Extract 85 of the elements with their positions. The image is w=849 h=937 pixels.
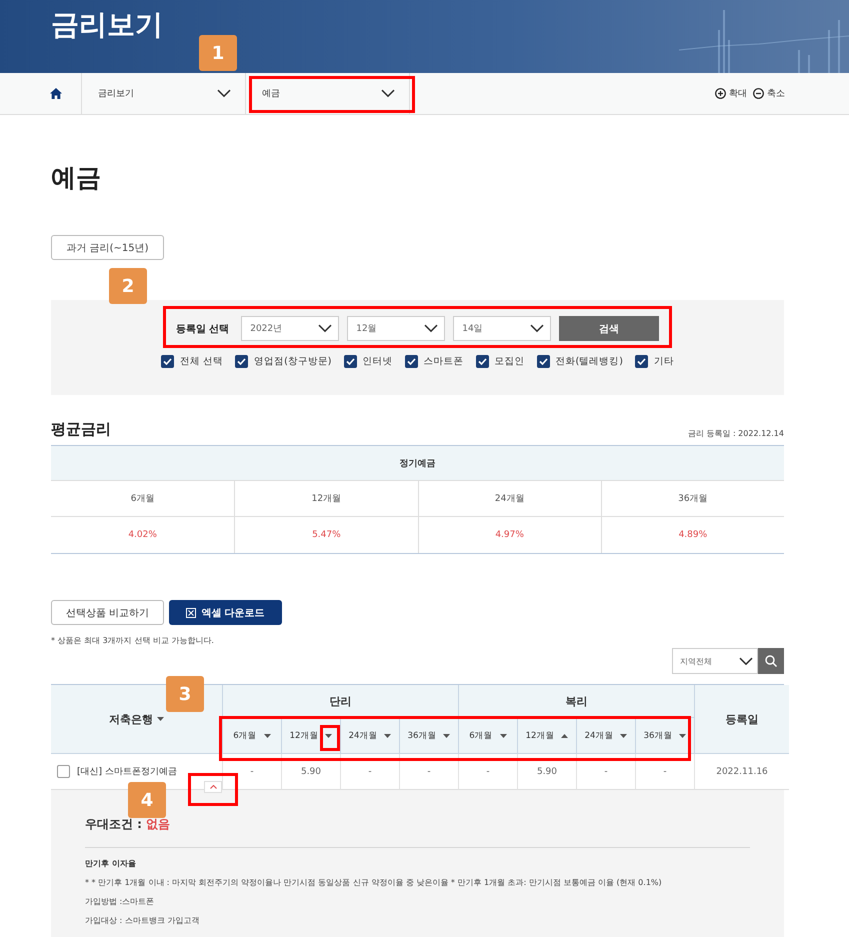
breadcrumb-dropdown[interactable]: 금리보기 <box>82 73 246 114</box>
checkbox-label: 모집인 <box>494 355 525 368</box>
zoom-in-button[interactable]: 확대 <box>715 87 747 100</box>
highlight-frame <box>188 773 238 806</box>
checkbox[interactable] <box>476 355 489 368</box>
compare-button[interactable]: 선택상품 비교하기 <box>51 600 164 625</box>
note-text: * 상품은 최대 3개까지 선택 비교 가능합니다. <box>51 635 215 646</box>
detail-heading: 만기후 이자율 <box>85 858 137 869</box>
caret-up-icon <box>210 785 216 789</box>
checkbox[interactable] <box>634 355 648 368</box>
table-cell: 36개월 <box>600 481 784 516</box>
spreadsheet-icon <box>186 608 196 618</box>
checkbox[interactable] <box>161 355 174 368</box>
checkbox[interactable] <box>235 355 248 368</box>
benefit-condition: 우대조건 : 없음 <box>85 816 172 833</box>
table-header: 단리 <box>222 685 458 718</box>
step-badge: 1 <box>199 35 237 71</box>
checkbox[interactable] <box>404 355 418 368</box>
chevron-down-icon <box>739 656 753 666</box>
table-cell: 4.97% <box>418 517 601 553</box>
table-cell: 4.89% <box>600 517 784 553</box>
chevron-down-icon <box>424 324 438 333</box>
checkbox-label: 영업점(창구방문) <box>254 355 332 368</box>
checkbox-label: 전화(텔레뱅킹) <box>556 355 623 368</box>
header-title: 금리보기 <box>51 7 163 43</box>
sort-header[interactable]: 36개월 <box>399 718 458 754</box>
home-icon <box>50 88 62 99</box>
date-select[interactable]: 2022년 <box>241 316 340 341</box>
breadcrumb-dropdown[interactable]: 예금 <box>246 73 410 114</box>
date-label: 등록일 선택 <box>176 322 230 336</box>
detail-text: * * 만기후 1개월 이내 : 마지막 회전주기의 약정이율나 만기시점 동일상품 신규 약정이율 중 낮은이율 * 만기후 1개월 초과: 만기시점 보통예금 이율 (현재 0.1%) <box>85 877 663 888</box>
check-icon <box>478 358 487 365</box>
date-select[interactable]: 12월 <box>347 316 446 341</box>
detail-text: 가입대상 : 스마트뱅크 가입고객 <box>85 915 200 926</box>
product-name[interactable]: [대신] 스마트폰정기예금 <box>77 765 177 778</box>
step-badge: 4 <box>128 782 166 818</box>
excel-download-button[interactable]: 엑셀 다운로드 <box>169 600 282 625</box>
chevron-down-icon <box>381 89 395 98</box>
sort-header[interactable]: 24개월 <box>576 718 635 754</box>
check-icon <box>163 358 172 365</box>
checkbox[interactable] <box>57 765 70 778</box>
rate-date: 금리 등록일 : 2022.12.14 <box>688 428 784 439</box>
sort-header[interactable]: 12개월 <box>517 718 576 754</box>
plus-icon <box>715 88 726 99</box>
page-title: 예금 <box>51 162 102 191</box>
zoom-out-button[interactable]: 축소 <box>753 87 785 100</box>
checkbox[interactable] <box>536 355 550 368</box>
table-cell: 5.47% <box>234 517 418 553</box>
sort-header[interactable]: 24개월 <box>340 718 399 754</box>
sort-down-icon <box>157 717 164 721</box>
chevron-down-icon <box>530 324 544 333</box>
check-icon <box>237 358 246 365</box>
table-cell: 24개월 <box>418 481 601 516</box>
history-rates-button[interactable]: 과거 금리(~15년) <box>51 235 164 260</box>
search-button[interactable]: 검색 <box>559 316 660 341</box>
table-header: 등록일 <box>694 685 789 754</box>
check-icon <box>346 358 355 365</box>
collapse-toggle[interactable] <box>204 781 222 793</box>
check-icon <box>636 358 646 365</box>
checkbox-label: 기타 <box>654 355 674 368</box>
search-button[interactable] <box>758 648 784 674</box>
checkbox[interactable] <box>344 355 357 368</box>
check-icon <box>406 358 416 365</box>
checkbox-label: 스마트폰 <box>424 355 464 368</box>
sort-header[interactable]: 36개월 <box>635 718 694 754</box>
table-cell: 12개월 <box>234 481 418 516</box>
chevron-down-icon <box>217 89 231 98</box>
table-header: 정기예금 <box>51 446 784 481</box>
table-cell-text: 6개월 <box>130 493 156 506</box>
detail-text: 가입방법 :스마트폰 <box>85 896 156 907</box>
section-title: 평균금리 <box>51 420 111 439</box>
step-badge: 3 <box>166 676 204 712</box>
minus-icon <box>753 88 764 99</box>
date-select[interactable]: 14일 <box>453 316 552 341</box>
table-header: 복리 <box>458 685 694 718</box>
sort-header[interactable]: 6개월 <box>222 718 281 754</box>
checkbox-label: 전체 선택 <box>180 355 224 368</box>
check-icon <box>538 358 548 365</box>
chevron-down-icon <box>318 324 332 333</box>
region-select[interactable]: 지역전체 <box>672 648 758 674</box>
checkbox-label: 인터넷 <box>362 355 393 368</box>
step-badge: 2 <box>109 268 147 304</box>
table-cell-text: 4.02% <box>127 529 158 542</box>
search-icon <box>765 655 777 667</box>
sort-header[interactable]: 6개월 <box>458 718 517 754</box>
